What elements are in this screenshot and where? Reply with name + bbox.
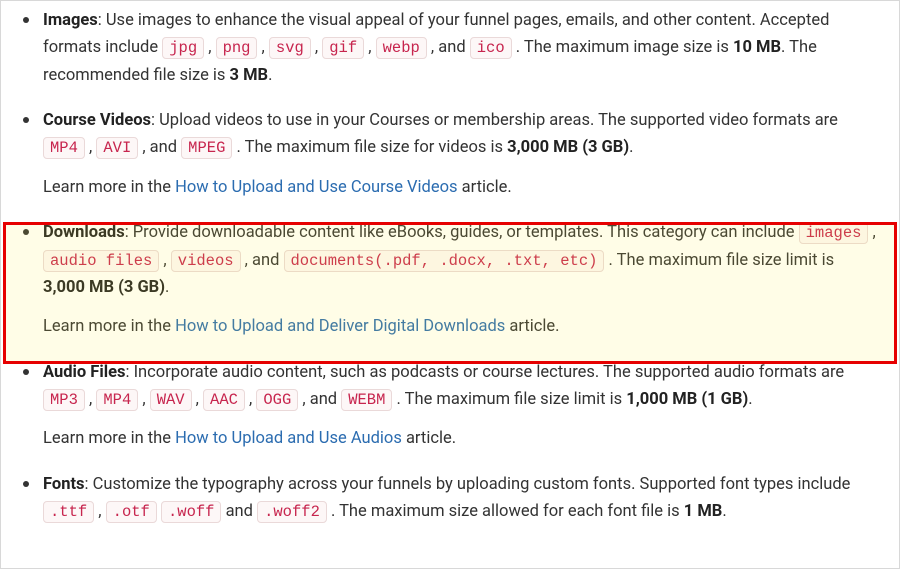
- code-woff: .woff: [161, 501, 222, 523]
- audio-title: Audio Files: [43, 363, 125, 382]
- code-otf: .otf: [106, 501, 157, 523]
- code-png: png: [216, 37, 258, 59]
- images-title: Images: [43, 11, 98, 30]
- downloads-paragraph: Downloads: Provide downloadable content …: [43, 219, 879, 301]
- downloads-learn-more: Learn more in the How to Upload and Deli…: [43, 313, 879, 340]
- code-ttf: .ttf: [43, 501, 94, 523]
- downloads-max-size: 3,000 MB (3 GB): [43, 278, 165, 297]
- videos-learn-more: Learn more in the How to Upload and Use …: [43, 174, 879, 201]
- images-max-size: 10 MB: [733, 38, 781, 57]
- audio-paragraph: Audio Files: Incorporate audio content, …: [43, 359, 879, 414]
- code-jpg: jpg: [162, 37, 204, 59]
- code-audio-files: audio files: [43, 250, 159, 272]
- fonts-paragraph: Fonts: Customize the typography across y…: [43, 471, 879, 526]
- fonts-title: Fonts: [43, 475, 85, 494]
- code-avi: AVI: [96, 137, 138, 159]
- link-digital-downloads[interactable]: How to Upload and Deliver Digital Downlo…: [175, 317, 505, 336]
- images-paragraph: Images: Use images to enhance the visual…: [43, 7, 879, 89]
- code-mpeg: MPEG: [181, 137, 232, 159]
- audio-max-size: 1,000 MB (1 GB): [626, 390, 748, 409]
- videos-paragraph: Course Videos: Upload videos to use in y…: [43, 107, 879, 162]
- section-course-videos: Course Videos: Upload videos to use in y…: [43, 107, 879, 201]
- code-ogg: OGG: [256, 389, 298, 411]
- code-svg: svg: [269, 37, 311, 59]
- code-aac: AAC: [203, 389, 245, 411]
- code-mp4-audio: MP4: [96, 389, 138, 411]
- code-mp4: MP4: [43, 137, 85, 159]
- link-audios[interactable]: How to Upload and Use Audios: [175, 429, 402, 448]
- code-ico: ico: [470, 37, 512, 59]
- section-audio-files: Audio Files: Incorporate audio content, …: [43, 359, 879, 453]
- audio-learn-more: Learn more in the How to Upload and Use …: [43, 425, 879, 452]
- fonts-max-size: 1 MB: [684, 502, 723, 521]
- document-page: Images: Use images to enhance the visual…: [0, 0, 900, 569]
- content-list: Images: Use images to enhance the visual…: [21, 7, 879, 525]
- code-webp: webp: [376, 37, 427, 59]
- code-documents: documents(.pdf, .docx, .txt, etc): [284, 250, 605, 272]
- code-wav: WAV: [150, 389, 192, 411]
- link-course-videos[interactable]: How to Upload and Use Course Videos: [175, 178, 457, 197]
- section-downloads: Downloads: Provide downloadable content …: [43, 219, 879, 341]
- section-images: Images: Use images to enhance the visual…: [43, 7, 879, 89]
- downloads-title: Downloads: [43, 223, 125, 242]
- videos-title: Course Videos: [43, 111, 151, 130]
- code-webm: WEBM: [341, 389, 392, 411]
- images-rec-size: 3 MB: [230, 66, 269, 85]
- videos-max-size: 3,000 MB (3 GB): [507, 138, 629, 157]
- code-woff2: .woff2: [257, 501, 327, 523]
- code-gif: gif: [322, 37, 364, 59]
- code-images: images: [799, 222, 869, 244]
- code-videos: videos: [171, 250, 241, 272]
- section-fonts: Fonts: Customize the typography across y…: [43, 471, 879, 526]
- code-mp3: MP3: [43, 389, 85, 411]
